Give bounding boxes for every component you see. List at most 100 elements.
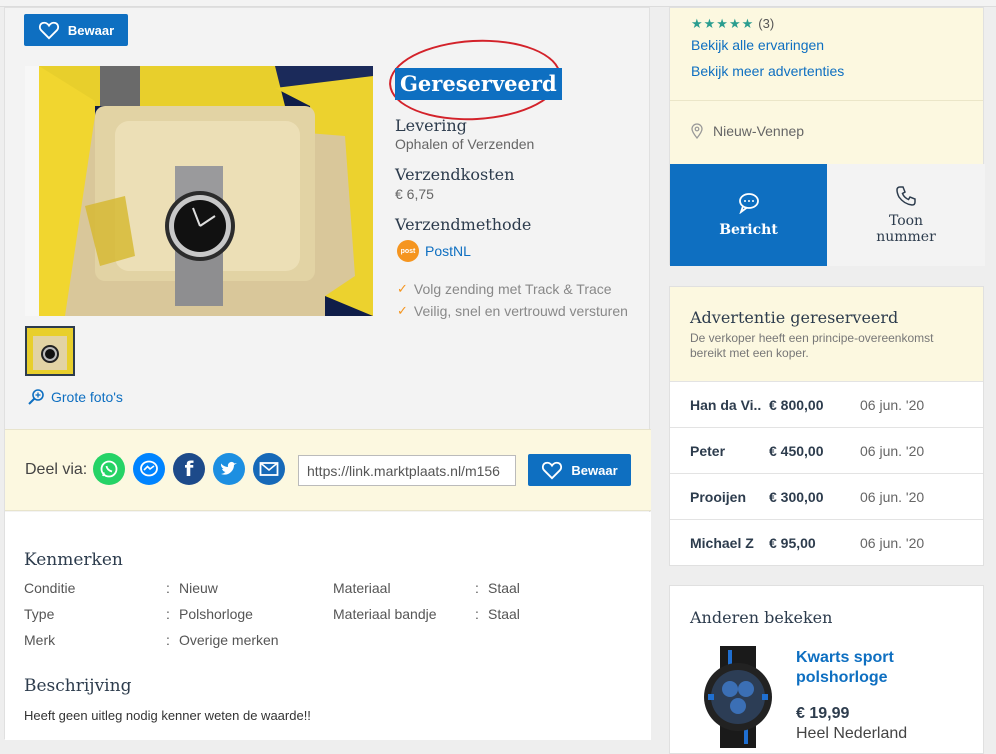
all-reviews-link[interactable]: Bekijk alle ervaringen	[691, 37, 824, 53]
spec-separator: :	[166, 606, 170, 622]
save-button-label: Bewaar	[67, 22, 115, 38]
related-item-title-line: Kwarts sport	[796, 649, 894, 666]
location-text: Nieuw-Vennep	[713, 123, 805, 139]
bids-title: Advertentie gereserveerd	[690, 308, 899, 327]
bid-row: Michael Z € 95,00 06 jun. '20	[670, 519, 983, 565]
heart-icon	[38, 21, 59, 40]
divider	[670, 100, 983, 101]
whatsapp-icon[interactable]	[93, 453, 125, 485]
bidder-name: Michael Z	[690, 535, 754, 551]
bid-amount: € 800,00	[769, 397, 824, 413]
photo-thumbnail[interactable]	[25, 326, 75, 376]
seller-card: ★★★★★ (3) Bekijk alle ervaringen Bekijk m…	[669, 7, 985, 266]
main-product-photo[interactable]	[25, 66, 373, 316]
delivery-title: Levering	[395, 116, 467, 135]
top-divider	[0, 0, 996, 7]
bids-subtitle-line: De verkoper heeft een principe-overeenko…	[690, 331, 934, 345]
specs-title: Kenmerken	[24, 550, 123, 570]
delivery-value: Ophalen of Verzenden	[395, 136, 535, 152]
description-title: Beschrijving	[24, 676, 132, 696]
spec-value: Staal	[488, 606, 520, 622]
spec-key: Conditie	[24, 580, 76, 596]
more-ads-link[interactable]: Bekijk meer advertenties	[691, 63, 844, 79]
spec-separator: :	[166, 580, 170, 596]
heart-icon	[542, 461, 563, 480]
feature-text: Veilig, snel en vertrouwd versturen	[413, 303, 628, 319]
chat-icon	[738, 193, 759, 214]
shipping-method-title: Verzendmethode	[395, 215, 532, 234]
spec-separator: :	[166, 632, 170, 648]
related-item-photo[interactable]	[698, 646, 778, 748]
save-button-top[interactable]: Bewaar	[24, 14, 128, 46]
shipping-cost-value: € 6,75	[395, 186, 434, 202]
large-photos-link[interactable]: Grote foto's	[27, 388, 123, 406]
bid-amount: € 300,00	[769, 489, 824, 505]
feature-safe-shipping: ✓ Veilig, snel en vertrouwd versturen	[397, 303, 628, 319]
spec-value: Nieuw	[179, 580, 218, 596]
seller-location: Nieuw-Vennep	[691, 123, 804, 139]
shipping-method: post PostNL	[397, 240, 471, 262]
share-bar: Deel via: f Bewaar	[5, 429, 651, 511]
facebook-icon[interactable]: f	[173, 453, 205, 485]
share-label: Deel via:	[25, 461, 88, 478]
bid-amount: € 95,00	[769, 535, 816, 551]
spec-value: Polshorloge	[179, 606, 253, 622]
bids-subtitle-line: bereikt met een koper.	[690, 346, 809, 360]
bid-date: 06 jun. '20	[860, 443, 925, 459]
spec-key: Materiaal bandje	[333, 606, 437, 622]
phone-icon	[896, 186, 916, 206]
others-viewed-title: Anderen bekeken	[690, 608, 833, 627]
shipping-method-value: PostNL	[425, 243, 471, 259]
message-button-label: Bericht	[719, 222, 778, 238]
rating-stars: ★★★★★ (3)	[691, 16, 774, 32]
show-number-button[interactable]: Toon nummer	[827, 164, 985, 266]
check-icon: ✓	[397, 281, 408, 296]
reserved-bids-card: Advertentie gereserveerd De verkoper hee…	[669, 286, 984, 566]
specs-section: Kenmerken Conditie : Nieuw Materiaal : S…	[5, 512, 651, 740]
spec-value: Overige merken	[179, 632, 279, 648]
twitter-icon[interactable]	[213, 453, 245, 485]
bid-row: Prooijen € 300,00 06 jun. '20	[670, 473, 983, 519]
messenger-icon[interactable]	[133, 453, 165, 485]
bid-date: 06 jun. '20	[860, 489, 925, 505]
bidder-name: Peter	[690, 443, 726, 459]
star-rating-icon: ★★★★★	[691, 16, 755, 31]
related-item-price: € 19,99	[796, 705, 850, 722]
spec-key: Materiaal	[333, 580, 391, 596]
bid-date: 06 jun. '20	[860, 397, 925, 413]
spec-separator: :	[475, 580, 479, 596]
postnl-logo-icon: post	[397, 240, 419, 262]
share-link-field[interactable]	[298, 455, 516, 486]
save-button-share[interactable]: Bewaar	[528, 454, 631, 486]
email-icon[interactable]	[253, 453, 285, 485]
bidder-name: Han da Vi...	[690, 397, 762, 413]
bids-header: Advertentie gereserveerd De verkoper hee…	[670, 287, 983, 381]
others-viewed-card: Anderen bekeken Kwarts sport polshorloge…	[669, 585, 984, 754]
status-badge: Gereserveerd	[395, 68, 562, 100]
bid-date: 06 jun. '20	[860, 535, 925, 551]
spec-key: Merk	[24, 632, 56, 648]
message-button[interactable]: Bericht	[670, 164, 827, 266]
feature-track-trace: ✓ Volg zending met Track & Trace	[397, 281, 612, 297]
spec-value: Staal	[488, 580, 520, 596]
description-text: Heeft geen uitleg nodig kenner weten de …	[24, 708, 311, 723]
check-icon: ✓	[397, 303, 408, 318]
bid-row: Han da Vi... € 800,00 06 jun. '20	[670, 381, 983, 427]
show-number-label-line2: nummer	[876, 229, 936, 245]
feature-text: Volg zending met Track & Trace	[413, 281, 612, 297]
show-number-label-line1: Toon	[888, 213, 924, 229]
related-item-title-line: polshorloge	[796, 669, 888, 686]
zoom-icon	[28, 389, 44, 405]
related-item-location: Heel Nederland	[796, 725, 908, 742]
spec-key: Type	[24, 606, 55, 622]
bid-amount: € 450,00	[769, 443, 824, 459]
spec-separator: :	[475, 606, 479, 622]
review-count: (3)	[758, 16, 775, 31]
location-pin-icon	[691, 123, 703, 139]
bidder-name: Prooijen	[690, 489, 747, 505]
save-button-label: Bewaar	[571, 462, 618, 478]
shipping-cost-title: Verzendkosten	[395, 165, 515, 184]
related-item-title[interactable]: Kwarts sport polshorloge	[796, 648, 894, 688]
bids-subtitle: De verkoper heeft een principe-overeenko…	[690, 331, 933, 361]
listing-main-panel: Bewaar Grote foto's Gereserveerd Leverin…	[4, 7, 651, 740]
